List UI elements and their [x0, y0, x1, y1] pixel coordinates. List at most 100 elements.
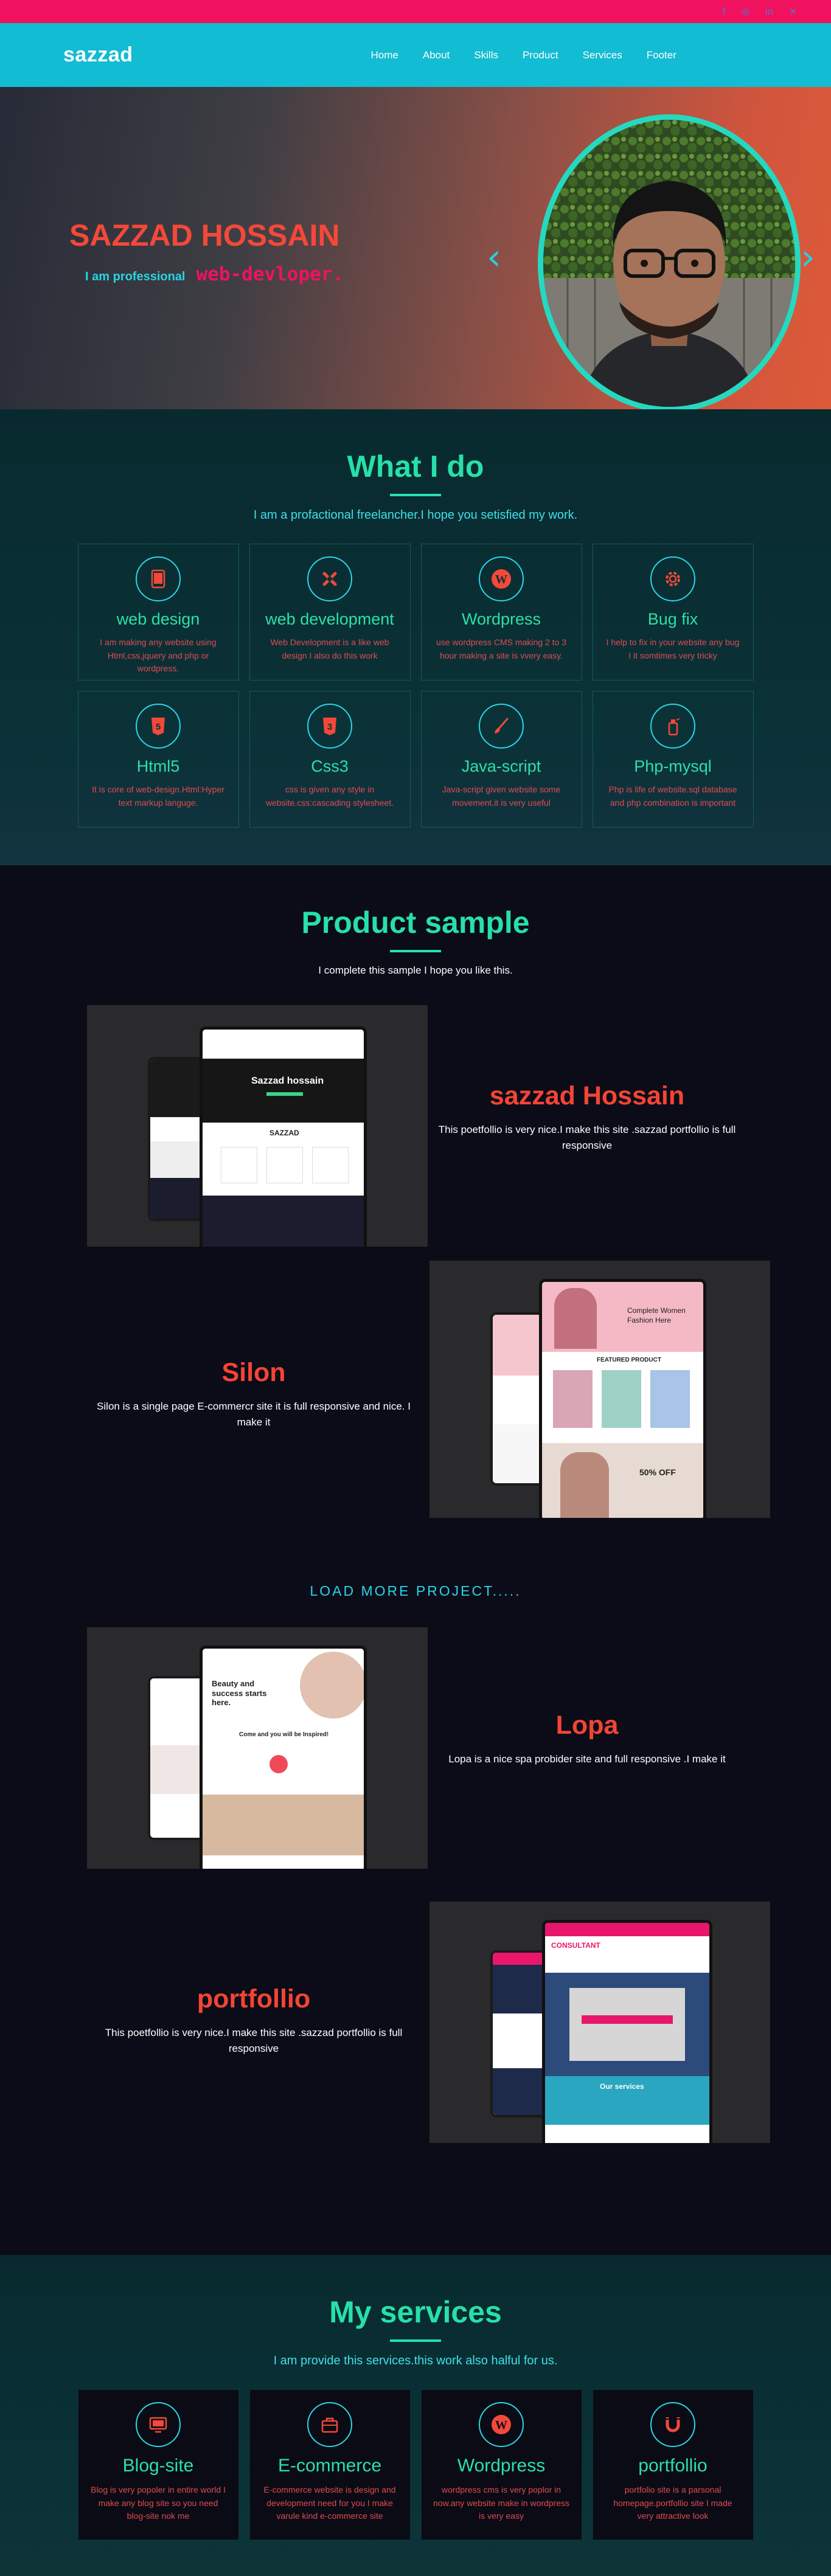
card-desc: Web Development is a like web design I a… [270, 637, 389, 660]
card-title: web design [116, 610, 200, 628]
svg-text:3: 3 [327, 722, 332, 732]
card-title: Wordpress [457, 2456, 546, 2476]
facebook-icon[interactable]: f [722, 6, 725, 17]
avatar [538, 114, 801, 409]
card-desc: It is core of web-design.Html:Hyper text… [92, 784, 224, 808]
project-info: Lopa Lopa is a nice spa probider site an… [426, 1711, 748, 1767]
nav-item-home[interactable]: Home [371, 49, 398, 61]
html5-icon: 5 [136, 704, 181, 749]
card-title: Php-mysql [634, 757, 712, 775]
svg-text:5: 5 [156, 722, 161, 732]
card-title: Wordpress [461, 610, 541, 628]
site-logo[interactable]: sazzad [63, 43, 133, 67]
title-underline [390, 2339, 441, 2342]
screen-title: CONSULTANT [551, 1941, 600, 1950]
card-title: E-commerce [277, 2456, 382, 2476]
card-desc: Blog is very popoler in entire world I m… [91, 2485, 226, 2521]
card-title: Bug fix [647, 610, 698, 628]
project-image[interactable]: Beauty and success starts here. Come and… [87, 1627, 428, 1869]
nav-item-services[interactable]: Services [583, 49, 622, 61]
project-desc: This poetfollio is very nice.I make this… [105, 2027, 403, 2055]
skill-card: web development Web Development is a lik… [249, 544, 411, 680]
card-desc: E-commerce website is design and develop… [263, 2485, 396, 2521]
social-bar: f ◎ in ✕ [0, 0, 831, 23]
screen-title: Sazzad hossain [251, 1076, 324, 1086]
project-desc: Silon is a single page E-commercr site i… [97, 1401, 411, 1428]
hero-subtitle: I am professional web-devloper. [85, 263, 344, 285]
project-desc: This poetfollio is very nice.I make this… [438, 1124, 736, 1152]
hero-prefix: I am professional [85, 270, 186, 283]
services-section: My services I am provide this services.t… [0, 2255, 831, 2576]
carousel-prev-icon[interactable]: ‹ [487, 239, 501, 275]
section-subtitle: I am a profactional freelancher.I hope y… [253, 508, 578, 522]
screen-section: Come and you will be Inspired! [239, 1731, 329, 1738]
card-desc: Java-script given website some movement.… [442, 784, 561, 808]
wordpress-icon: W [479, 2402, 524, 2447]
service-card: Blog-site Blog is very popoler in entire… [77, 2389, 239, 2540]
project-title: portfollio [196, 1984, 311, 2013]
service-card: W Wordpress wordpress cms is very poplor… [420, 2389, 582, 2540]
skill-card: Bug fix I help to fix in your website an… [592, 544, 754, 680]
card-title: Java-script [461, 757, 541, 775]
brush-icon [479, 704, 524, 749]
carousel-next-icon[interactable]: › [801, 239, 815, 275]
nav-item-about[interactable]: About [423, 49, 450, 61]
tablet-mockup: Beauty and success starts here. Come and… [200, 1646, 367, 1869]
service-card: portfollio portfolio site is a parsonal … [592, 2389, 754, 2540]
card-desc: portfolio site is a parsonal homepage.po… [613, 2485, 732, 2521]
card-title: Css3 [311, 757, 349, 775]
twitter-icon[interactable]: ✕ [789, 6, 797, 17]
tablet-mockup: Complete Women Fashion Here FEATURED PRO… [539, 1279, 706, 1518]
hero-section: SAZZAD HOSSAIN I am professional web-dev… [0, 87, 831, 409]
card-title: Blog-site [122, 2456, 194, 2476]
screen-section: FEATURED PRODUCT [597, 1357, 661, 1363]
title-underline [390, 494, 441, 496]
project-title: Silon [221, 1358, 286, 1387]
product-section: Product sample I complete this sample I … [0, 865, 831, 2255]
skill-card: web design I am making any website using… [77, 544, 239, 680]
card-desc: wordpress cms is very poplor in now.any … [433, 2485, 570, 2521]
section-title: My services [329, 2295, 502, 2329]
section-title: Product sample [301, 905, 530, 940]
title-underline [390, 950, 441, 952]
nav-item-product[interactable]: Product [523, 49, 558, 61]
project-title: Lopa [555, 1711, 619, 1740]
project-info: portfollio This poetfollio is very nice.… [92, 1984, 415, 2057]
card-title: web development [265, 610, 394, 628]
what-i-do-section: What I do I am a profactional freelanche… [0, 409, 831, 865]
hero-typed-text: web-devloper. [196, 263, 344, 285]
project-info: sazzad Hossain This poetfollio is very n… [426, 1081, 748, 1154]
nav-menu: Home About Skills Product Services Foote… [371, 49, 701, 61]
tablet-mockup: CONSULTANT Our services [542, 1920, 712, 2143]
card-desc: use wordpress CMS making 2 to 3 hour mak… [436, 637, 566, 660]
screen-title: Beauty and success starts here. [212, 1679, 267, 1708]
magnet-icon [650, 2402, 695, 2447]
tablet-mockup: Sazzad hossain SAZZAD [200, 1027, 367, 1247]
skill-card: Java-script Java-script given website so… [420, 691, 582, 828]
project-info: Silon Silon is a single page E-commercr … [92, 1358, 415, 1431]
services-grid: Blog-site Blog is very popoler in entire… [0, 2389, 831, 2540]
skill-card: Php-mysql Php is life of website.sql dat… [592, 691, 754, 828]
briefcase-icon [307, 2402, 352, 2447]
service-card: E-commerce E-commerce website is design … [249, 2389, 411, 2540]
section-title: What I do [347, 449, 484, 483]
project-image[interactable]: Complete Women Fashion Here FEATURED PRO… [429, 1261, 770, 1518]
screen-section: Our services [600, 2082, 644, 2091]
skills-grid: web design I am making any website using… [0, 544, 831, 828]
project-desc: Lopa is a nice spa probider site and ful… [448, 1753, 726, 1765]
phone-mockup [490, 1950, 548, 2117]
project-image[interactable]: Sazzad hossain SAZZAD [87, 1005, 428, 1247]
linkedin-icon[interactable]: in [765, 6, 774, 17]
project-image[interactable]: CONSULTANT Our services [429, 1902, 770, 2143]
card-desc: Php is life of website.sql database and … [608, 784, 737, 808]
gear-icon [650, 556, 695, 601]
nav-item-footer[interactable]: Footer [647, 49, 676, 61]
joomla-icon [307, 556, 352, 601]
spray-icon [650, 704, 695, 749]
screen-sale: 50% OFF [639, 1467, 676, 1477]
instagram-icon[interactable]: ◎ [742, 6, 749, 17]
load-more-button[interactable]: LOAD MORE PROJECT..... [0, 1583, 831, 1599]
hero-name: SAZZAD HOSSAIN [69, 218, 340, 252]
tablet-icon [136, 556, 181, 601]
nav-item-skills[interactable]: Skills [474, 49, 498, 61]
